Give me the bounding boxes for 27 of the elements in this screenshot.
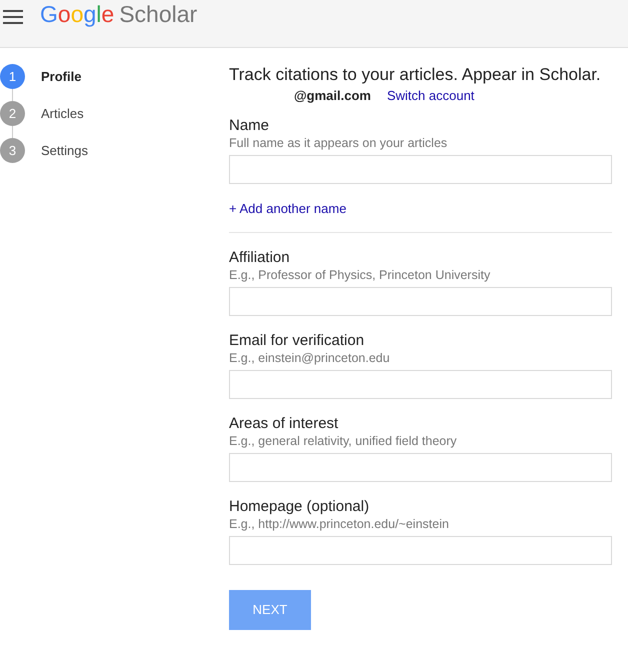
field-label: Areas of interest [229, 415, 340, 433]
field-label: Name [229, 117, 270, 135]
page-title: Track citations to your articles. Appear in Scholar. [229, 65, 602, 85]
step-number: 3 [0, 138, 25, 163]
step-number: 2 [0, 101, 25, 126]
field-hint: Full name as it appears on your articles [229, 136, 448, 151]
text-field[interactable] [229, 370, 612, 399]
text-field[interactable] [229, 453, 612, 482]
add-name-link[interactable]: + Add another name [229, 201, 346, 217]
text-field[interactable] [229, 287, 612, 316]
text-field[interactable] [229, 155, 612, 184]
account-email: @gmail.com [294, 88, 371, 104]
field-label: Email for verification [229, 332, 366, 350]
field-hint: E.g., general relativity, unified field theory [229, 434, 458, 449]
field-label: Homepage (optional) [229, 498, 370, 516]
switch-account-link[interactable]: Switch account [386, 88, 474, 104]
step-label[interactable]: Settings [41, 140, 88, 160]
step-label[interactable]: Articles [41, 104, 84, 124]
scholar-logo[interactable]: Google Scholar [40, 0, 198, 32]
step-label[interactable]: Profile [41, 66, 82, 86]
step-number: 1 [0, 64, 25, 89]
field-hint: E.g., einstein@princeton.edu [229, 351, 391, 366]
field-hint: E.g., http://www.princeton.edu/~einstein [229, 517, 450, 532]
text-field[interactable] [229, 536, 612, 565]
field-hint: E.g., Professor of Physics, Princeton University [229, 268, 492, 283]
field-label: Affiliation [229, 249, 291, 267]
menu-icon[interactable] [3, 10, 23, 24]
